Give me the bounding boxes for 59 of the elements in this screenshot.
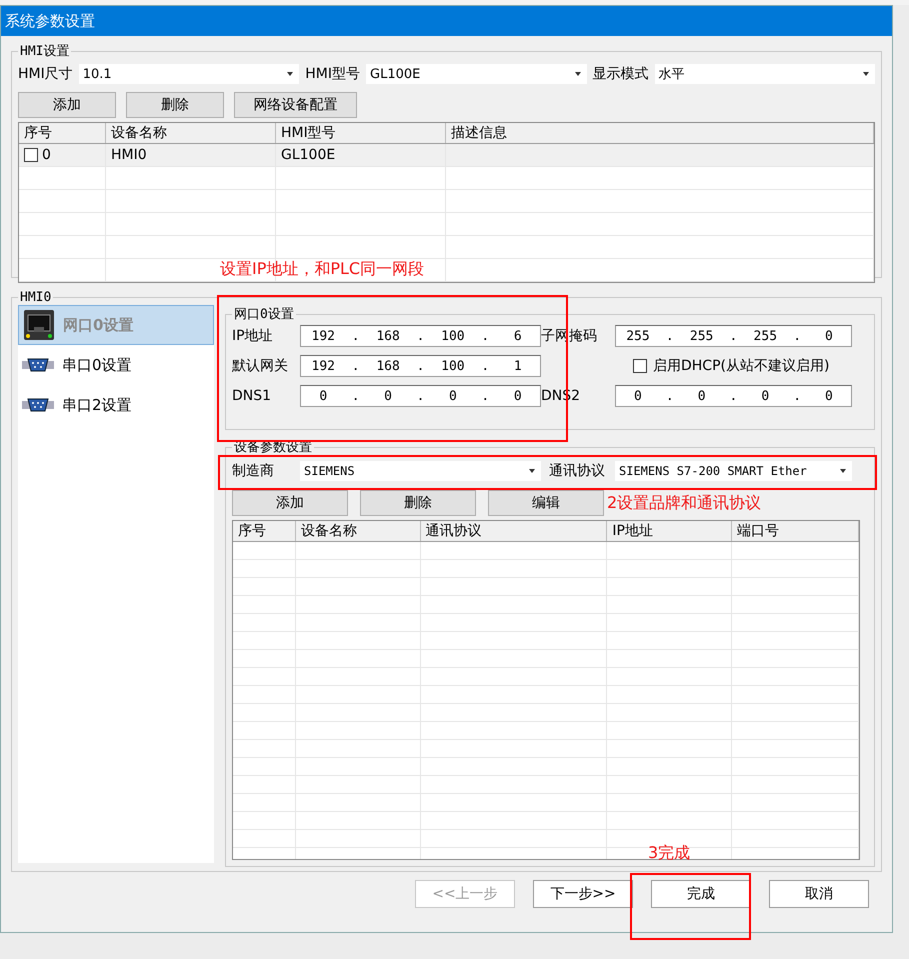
ip-address-field[interactable]: 192 . 168 . 100 . 1 [300, 355, 541, 377]
dropdown[interactable]: SIEMENS S7-200 SMART Ether [615, 461, 852, 481]
serial-port-icon [22, 358, 54, 372]
toolbar-button[interactable]: 添加 [232, 490, 348, 516]
column-header: 通讯协议 [420, 521, 608, 541]
table-cell: GL100E [281, 147, 336, 163]
caret-icon [863, 72, 869, 76]
caret-icon [840, 469, 846, 473]
group-title: HMI设置 [19, 43, 70, 60]
annotation-text: 设置IP地址，和PLC同一网段 [220, 259, 424, 280]
dropdown[interactable]: 10.1 [78, 64, 300, 84]
column-header: HMI型号 [276, 123, 446, 143]
toolbar-button[interactable]: 添加 [18, 92, 116, 118]
group-title: 网口0设置 [233, 306, 295, 323]
field-label: 显示模式 [592, 65, 648, 83]
window-title: 系统参数设置 [1, 6, 892, 36]
column-header: 端口号 [732, 521, 859, 541]
annotation-text: 3完成 [648, 843, 690, 864]
caret-icon [287, 72, 294, 76]
checkbox[interactable] [24, 148, 38, 162]
toolbar-button[interactable]: 网络设备配置 [234, 92, 357, 118]
toolbar-button[interactable]: 删除 [126, 92, 224, 118]
field-label: 制造商 [232, 462, 275, 480]
ip-address-field[interactable]: 255 . 255 . 255 . 0 [615, 325, 852, 347]
dropdown[interactable]: SIEMENS [300, 461, 541, 481]
ip-address-field[interactable]: 192 . 168 . 100 . 6 [300, 325, 541, 347]
column-header: 设备名称 [106, 123, 276, 143]
caret-icon [574, 72, 580, 76]
group-title: HMI0 [19, 290, 52, 305]
column-header: 设备名称 [296, 521, 421, 541]
serial-port-icon [22, 398, 54, 412]
dialog-button[interactable]: 取消 [769, 880, 869, 908]
field-label: 通讯协议 [548, 462, 606, 480]
ip-address-field[interactable]: 0 . 0 . 0 . 0 [300, 385, 541, 407]
dropdown[interactable]: 水平 [654, 64, 875, 84]
dialog-button[interactable]: 下一步>> [533, 880, 633, 908]
checkbox[interactable] [633, 359, 647, 373]
column-header: 序号 [233, 521, 296, 541]
column-header: 描述信息 [446, 123, 874, 143]
ethernet-port-icon [23, 309, 55, 341]
annotation-text: 2设置品牌和通讯协议 [607, 493, 762, 514]
field-label: DNS1 [232, 388, 272, 404]
nav-item[interactable]: 串口0设置 [18, 345, 214, 385]
dropdown[interactable]: GL100E [366, 64, 586, 84]
toolbar-button[interactable]: 删除 [360, 490, 476, 516]
field-label: 默认网关 [232, 357, 289, 375]
field-label: HMI尺寸 [18, 65, 73, 83]
checkbox-label: 启用DHCP(从站不建议启用) [653, 357, 830, 375]
nav-item[interactable]: 串口2设置 [18, 385, 214, 425]
caret-icon [529, 469, 535, 473]
toolbar-button[interactable]: 编辑 [488, 490, 604, 516]
field-label: HMI型号 [305, 65, 360, 83]
ip-address-field[interactable]: 0 . 0 . 0 . 0 [615, 385, 852, 407]
dialog-button[interactable]: 完成 [651, 880, 751, 908]
field-label: IP地址 [232, 327, 274, 345]
column-header: 序号 [19, 123, 106, 143]
table-cell: 0 [42, 147, 51, 163]
table-cell: HMI0 [111, 147, 147, 163]
column-header: IP地址 [607, 521, 732, 541]
